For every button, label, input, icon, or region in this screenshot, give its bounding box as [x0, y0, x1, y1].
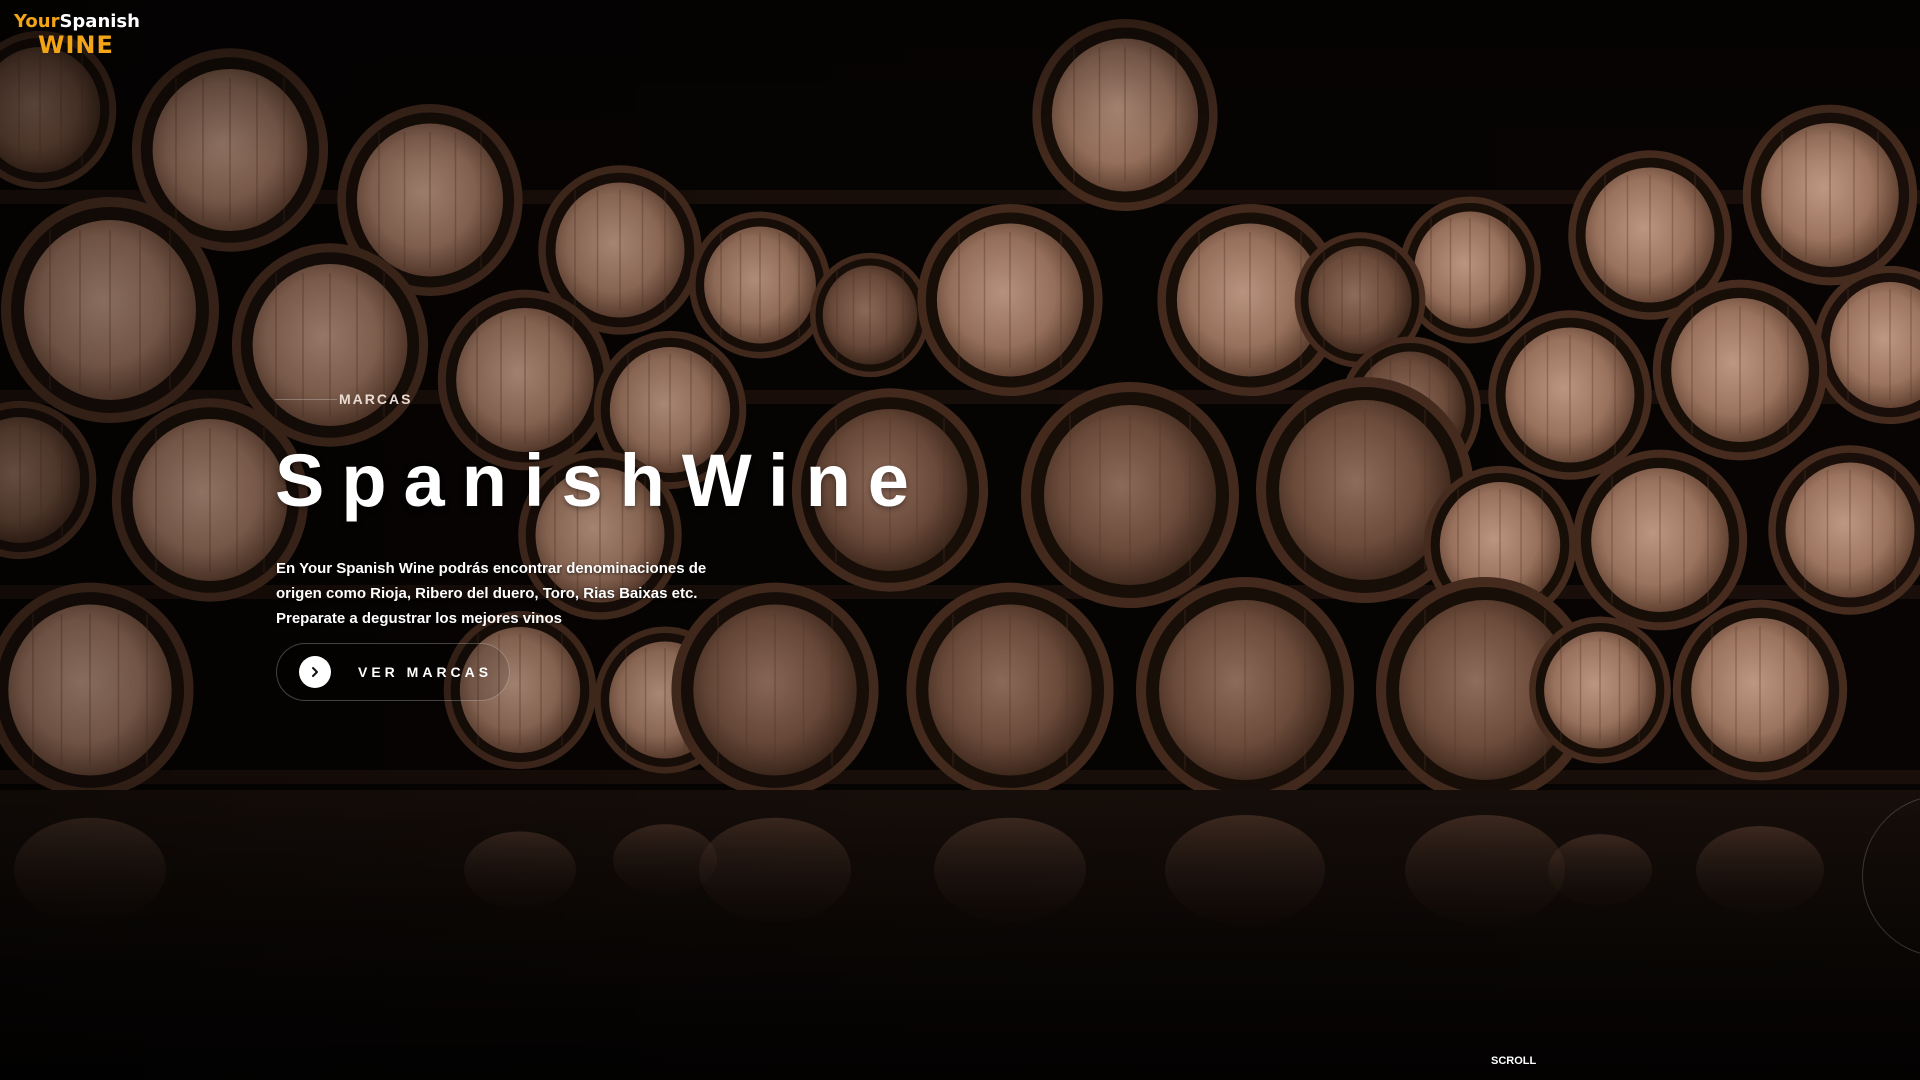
barrel-reflection	[1696, 826, 1824, 914]
barrel-reflection	[14, 817, 166, 923]
ver-marcas-button[interactable]: VER MARCAS	[276, 643, 510, 701]
barrel-cellar-background	[0, 0, 1920, 1080]
barrel-reflection	[699, 817, 851, 923]
cta-label: VER MARCAS	[358, 664, 493, 680]
scroll-indicator[interactable]: SCROLL	[1491, 1055, 1536, 1067]
hero-title: SpanishWine	[275, 439, 926, 522]
barrel-reflection	[464, 831, 576, 909]
logo-your-text: Your	[14, 11, 60, 32]
hero-section: YourSpanish WINE MARCAS SpanishWine En Y…	[0, 0, 1920, 1080]
chevron-right-icon	[312, 667, 318, 677]
hero-eyebrow: MARCAS	[339, 391, 413, 407]
logo-wine-text: WINE	[38, 31, 114, 59]
logo-spanish-text: Spanish	[59, 11, 140, 32]
barrel-reflection	[1165, 815, 1325, 925]
barrel-reflection	[1405, 815, 1565, 925]
eyebrow-divider	[275, 399, 337, 400]
site-logo[interactable]: YourSpanish WINE	[14, 11, 140, 62]
barrel-reflection	[934, 817, 1086, 923]
barrel-reflection	[1548, 834, 1652, 906]
hero-description: En Your Spanish Wine podrás encontrar de…	[276, 560, 707, 627]
logo-line-1: YourSpanish	[14, 11, 140, 32]
cta-icon-circle	[299, 656, 331, 688]
